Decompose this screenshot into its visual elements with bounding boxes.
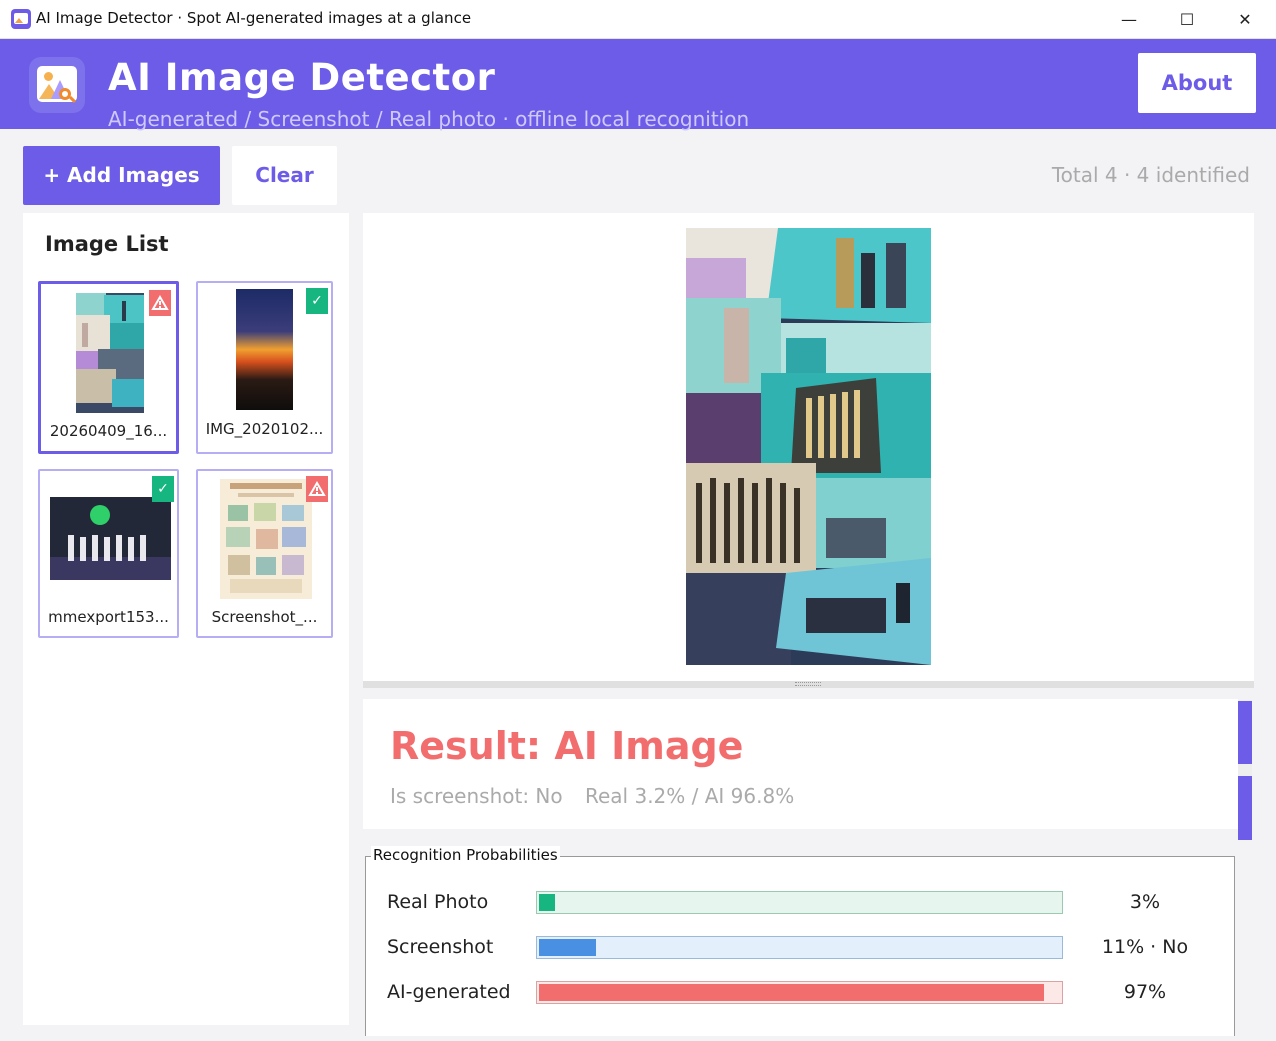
thumbnail-caption: mmexport153... (48, 608, 169, 626)
close-icon: ✕ (1238, 10, 1252, 29)
maximize-button[interactable]: ☐ (1158, 0, 1216, 39)
thumbnail-caption: 20260409_16... (49, 422, 168, 440)
app-small-icon (11, 9, 31, 29)
thumbnail-image (236, 289, 293, 410)
image-list-item[interactable]: Screenshot_... (196, 469, 333, 638)
check-icon: ✓ (152, 476, 174, 502)
prob-label-screenshot: Screenshot (387, 936, 494, 958)
check-icon: ✓ (306, 288, 328, 314)
recognition-probabilities-legend: Recognition Probabilities (371, 846, 560, 864)
scrollbar-thumb[interactable] (1238, 776, 1252, 840)
prob-bar-ai-generated (536, 981, 1063, 1004)
prob-value-ai-generated: 97% (1123, 981, 1167, 1003)
preview-image (686, 228, 931, 665)
image-list-item[interactable]: ✓ IMG_2020102... (196, 281, 333, 454)
image-list-item[interactable]: 20260409_16... (38, 281, 179, 454)
thumbnail-image (220, 479, 312, 599)
prob-bar-screenshot (536, 936, 1063, 959)
image-list-title: Image List (45, 232, 169, 256)
app-subtitle: AI-generated / Screenshot / Real photo ·… (108, 107, 750, 131)
prob-label-real-photo: Real Photo (387, 891, 489, 913)
window-title: AI Image Detector · Spot AI-generated im… (36, 9, 472, 27)
prob-value-screenshot: 11% · No (1101, 936, 1189, 958)
ai-warning-icon (306, 476, 328, 502)
thumbnail-caption: IMG_2020102... (205, 420, 324, 438)
is-screenshot-text: Is screenshot: No (390, 784, 563, 808)
about-button[interactable]: About (1138, 53, 1256, 113)
minimize-icon: — (1121, 10, 1137, 29)
image-list-item[interactable]: ✓ mmexport153... (38, 469, 179, 638)
scrollbar-thumb[interactable] (1238, 701, 1252, 764)
close-button[interactable]: ✕ (1216, 0, 1274, 39)
thumbnail-image (76, 293, 144, 413)
ai-warning-icon (149, 290, 171, 316)
thumbnail-image (50, 497, 171, 580)
prob-value-real-photo: 3% (1129, 891, 1161, 913)
thumbnail-caption: Screenshot_... (211, 608, 318, 626)
prob-bar-fill (539, 939, 596, 956)
image-count-status: Total 4 · 4 identified (1051, 163, 1250, 187)
prob-bar-real-photo (536, 891, 1063, 914)
prob-bar-fill (539, 894, 555, 911)
add-images-button[interactable]: + Add Images (23, 146, 220, 205)
prob-bar-fill (539, 984, 1044, 1001)
prob-label-ai-generated: AI-generated (387, 981, 511, 1003)
real-ai-ratio-text: Real 3.2% / AI 96.8% (585, 784, 795, 808)
app-title: AI Image Detector (108, 56, 496, 99)
splitter-grip-icon[interactable] (795, 682, 821, 686)
app-logo-icon (29, 57, 85, 113)
clear-button[interactable]: Clear (232, 146, 337, 205)
result-title: Result: AI Image (390, 724, 744, 768)
minimize-button[interactable]: — (1100, 0, 1158, 39)
maximize-icon: ☐ (1179, 10, 1195, 29)
